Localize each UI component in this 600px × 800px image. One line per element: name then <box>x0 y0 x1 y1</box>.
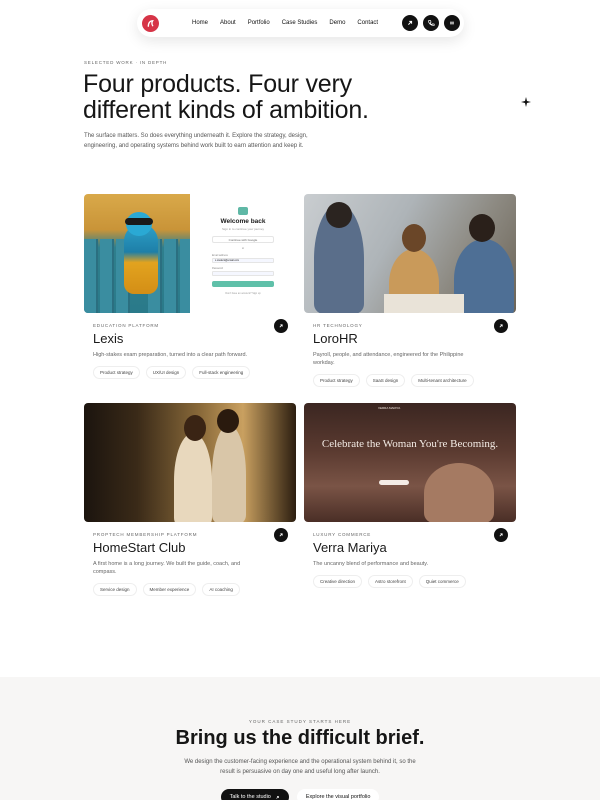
login-form-preview: Welcome back Sign in to continue your jo… <box>190 194 296 313</box>
nav-contact[interactable]: Contact <box>357 20 378 26</box>
tag: Product strategy <box>313 374 360 387</box>
card-image: VERRA MARIYA Celebrate the Woman You're … <box>304 403 516 522</box>
sign-in-button <box>212 281 274 287</box>
login-footer: Don't have an account? Sign up <box>225 292 261 295</box>
email-field: s.student@email.com <box>212 258 274 263</box>
login-subtitle: Sign in to continue your journey <box>221 227 265 231</box>
arrow-up-right-icon[interactable] <box>494 528 508 542</box>
tag: Quiet commerce <box>418 575 466 588</box>
card-description: High-stakes exam preparation, turned int… <box>93 352 248 358</box>
cta-section: YOUR CASE STUDY STARTS HERE Bring us the… <box>0 677 600 800</box>
cta-title: Bring us the difficult brief. <box>175 727 425 749</box>
arrow-up-right-icon[interactable] <box>274 319 288 333</box>
password-field <box>212 271 274 276</box>
arrow-up-right-icon[interactable] <box>494 319 508 333</box>
nav-about[interactable]: About <box>220 20 236 26</box>
card-description: The uncanny blend of performance and bea… <box>313 561 429 567</box>
tag: AI coaching <box>202 583 240 596</box>
login-or: or <box>241 247 245 250</box>
hero-eyebrow: SELECTED WORK · IN DEPTH <box>84 60 168 65</box>
card-title: HomeStart Club <box>93 540 186 555</box>
phone-icon[interactable] <box>423 15 439 31</box>
tag: Astro storefront <box>368 575 413 588</box>
card-category: LUXURY COMMERCE <box>313 532 372 537</box>
tag: Multi-tenant architecture <box>411 374 474 387</box>
explore-portfolio-button[interactable]: Explore the visual portfolio <box>296 789 380 800</box>
card-category: HR TECHNOLOGY <box>313 323 363 328</box>
brand-logo[interactable] <box>142 14 159 32</box>
case-card-homestart[interactable]: PROPTECH MEMBERSHIP PLATFORM HomeStart C… <box>84 403 296 596</box>
parrot-photo <box>84 194 194 313</box>
tag: Creative direction <box>313 575 363 588</box>
nav-case-studies[interactable]: Case Studies <box>282 20 318 26</box>
login-title: Welcome back <box>220 218 266 225</box>
model-photo: VERRA MARIYA Celebrate the Woman You're … <box>304 403 516 522</box>
card-image <box>304 194 516 313</box>
tag: Product strategy <box>93 366 140 379</box>
hero-subtitle: The surface matters. So does everything … <box>84 133 308 149</box>
card-image: Welcome back Sign in to continue your jo… <box>84 194 296 313</box>
nav-demo[interactable]: Demo <box>329 20 345 26</box>
talk-to-studio-label: Talk to the studio <box>229 794 271 800</box>
verra-hero-text: Celebrate the Woman You're Becoming. <box>321 438 499 450</box>
tag: UX/UI design <box>145 366 187 379</box>
sparkle-icon <box>521 97 531 107</box>
case-card-lexis[interactable]: Welcome back Sign in to continue your jo… <box>84 194 296 379</box>
arrow-up-right-icon <box>276 795 279 799</box>
card-category: EDUCATION PLATFORM <box>93 323 159 328</box>
coworkers-photo <box>304 194 516 313</box>
card-description: Payroll, people, and attendance, enginee… <box>313 352 464 366</box>
tag: Member experience <box>142 583 197 596</box>
google-button: Continue with Google <box>212 236 274 243</box>
tag: SaaS design <box>365 374 406 387</box>
card-title: Lexis <box>93 331 124 346</box>
tag: Full-stack engineering <box>192 366 251 379</box>
case-card-verra-mariya[interactable]: VERRA MARIYA Celebrate the Woman You're … <box>304 403 516 588</box>
cta-subtitle: We design the customer-facing experience… <box>184 759 416 775</box>
cta-eyebrow: YOUR CASE STUDY STARTS HERE <box>248 719 352 724</box>
card-title: Verra Mariya <box>313 540 387 555</box>
nav-home[interactable]: Home <box>192 20 208 26</box>
nav-portfolio[interactable]: Portfolio <box>248 20 270 26</box>
verra-nav-preview: VERRA MARIYA <box>304 403 516 413</box>
verra-cta-preview <box>379 480 409 485</box>
verra-brand: VERRA MARIYA <box>378 406 401 410</box>
couple-photo <box>84 403 296 522</box>
card-description: A first home is a long journey. We built… <box>93 561 241 575</box>
email-label: Email address <box>212 254 228 257</box>
arrow-up-right-icon[interactable] <box>274 528 288 542</box>
talk-to-studio-button[interactable]: Talk to the studio <box>220 789 289 800</box>
explore-portfolio-label: Explore the visual portfolio <box>305 794 371 800</box>
case-card-lorohr[interactable]: HR TECHNOLOGY LoroHR Payroll, people, an… <box>304 194 516 387</box>
password-label: Password <box>212 267 223 270</box>
card-image <box>84 403 296 522</box>
card-title: LoroHR <box>313 331 358 346</box>
menu-icon[interactable] <box>444 15 460 31</box>
arrow-up-right-icon[interactable] <box>402 15 418 31</box>
top-nav: Home About Portfolio Case Studies Demo C… <box>137 9 464 37</box>
card-category: PROPTECH MEMBERSHIP PLATFORM <box>93 532 198 537</box>
page-title: Four products. Four very different kinds… <box>83 70 369 124</box>
tag: Service design <box>93 583 137 596</box>
